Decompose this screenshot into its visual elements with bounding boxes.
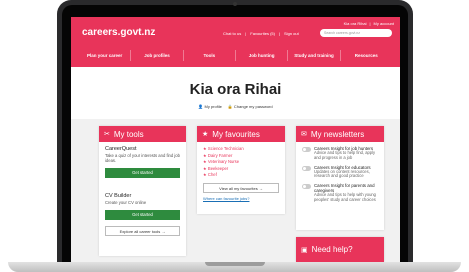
chat-icon: ▣: [301, 246, 308, 254]
laptop-notch: [205, 262, 265, 266]
my-tools-body: CareerQuest Take a quiz of your interest…: [99, 142, 186, 240]
newsletter-desc: Updates on content resources, research a…: [314, 168, 370, 179]
nav-study-training[interactable]: Study and training: [287, 50, 339, 61]
view-all-favourites-button[interactable]: View all my favourites →: [203, 182, 279, 193]
newsletter-item: Careers Insight for educators Updates on…: [302, 165, 378, 180]
newsletter-desc: Advice and tips to help find, apply and …: [314, 150, 375, 160]
favourites-link[interactable]: Favourites (5): [250, 31, 275, 36]
site-header: Kia ora Rihai | My account careers.govt.…: [71, 17, 400, 67]
careerquest-get-started-button[interactable]: Get started: [105, 168, 180, 178]
need-help-title: Need help?: [311, 245, 353, 254]
hero: Kia ora Rihai 👤 My profile 🔒 Change my p…: [71, 67, 400, 119]
my-favourites-body: Science Technician Dairy Farmer Veterina…: [197, 142, 285, 205]
envelope-icon: ✉: [301, 131, 307, 138]
newsletter-item: Careers Insight for parents and caregive…: [302, 183, 378, 203]
util-greeting-link[interactable]: Kia ora Rihai: [344, 21, 367, 26]
newsletter-toggle[interactable]: [302, 184, 311, 190]
nav-job-profiles[interactable]: Job profiles: [130, 50, 182, 61]
cv-builder-text: Create your CV online: [105, 200, 147, 205]
nav-tools[interactable]: Tools: [182, 50, 235, 61]
site-logo[interactable]: careers.govt.nz: [82, 27, 155, 38]
nav-job-hunting[interactable]: Job hunting: [234, 50, 287, 61]
careerquest-title: CareerQuest: [105, 146, 137, 152]
chat-link[interactable]: Chat to us: [223, 31, 241, 36]
my-account-link[interactable]: My account: [374, 21, 394, 26]
my-tools-title: My tools: [113, 129, 144, 139]
need-help-panel: ▣ Need help?: [296, 237, 384, 262]
my-newsletters-panel: ✉ My newsletters Careers Insight for job…: [296, 126, 384, 230]
util-separator: |: [369, 21, 371, 26]
main-nav: Plan your career Job profiles Tools Job …: [79, 50, 392, 61]
my-favourites-panel: ★ My favourites Science Technician Dairy…: [197, 126, 285, 214]
change-password-label: Change my password: [233, 104, 273, 109]
cv-builder-get-started-button[interactable]: Get started: [105, 210, 180, 220]
careerquest-text: Take a quiz of your interests and find j…: [105, 153, 180, 163]
top-separator: |: [245, 31, 247, 36]
my-favourites-header: ★ My favourites: [197, 126, 285, 142]
camera-icon: [233, 2, 237, 6]
page-title: Kia ora Rihai: [189, 81, 282, 98]
newsletter-toggle[interactable]: [302, 147, 311, 152]
change-password-link[interactable]: 🔒 Change my password: [228, 104, 273, 109]
sign-out-link[interactable]: Sign out: [284, 31, 299, 36]
search-input[interactable]: Search careers.govt.nz: [320, 29, 392, 37]
cv-builder-title: CV Builder: [105, 193, 132, 199]
nav-plan-career[interactable]: Plan your career: [79, 50, 130, 61]
where-favourites-link[interactable]: Where can favourite jobs?: [203, 196, 279, 201]
need-help-header[interactable]: ▣ Need help?: [296, 237, 384, 262]
my-tools-header: ✂ My tools: [99, 126, 186, 142]
hero-links: 👤 My profile 🔒 Change my password: [71, 104, 400, 109]
star-icon: ★: [202, 131, 209, 138]
newsletter-toggle[interactable]: [302, 165, 311, 171]
my-tools-panel: ✂ My tools CareerQuest Take a quiz of yo…: [99, 126, 186, 256]
top-links: Chat to us | Favourites (5) | Sign out: [223, 31, 299, 36]
newsletter-desc: Advice and tips to help with young peopl…: [314, 192, 376, 202]
browser-screen: Kia ora Rihai | My account careers.govt.…: [71, 17, 400, 262]
my-favourites-title: My favourites: [212, 129, 260, 139]
my-newsletters-header: ✉ My newsletters: [296, 126, 384, 142]
newsletter-item: Careers Insight for job hunters Advice a…: [302, 146, 378, 161]
utility-bar: Kia ora Rihai | My account: [344, 21, 394, 26]
tools-icon: ✂: [104, 131, 110, 138]
my-newsletters-body: Careers Insight for job hunters Advice a…: [296, 142, 384, 211]
nav-resources[interactable]: Resources: [339, 50, 392, 61]
explore-tools-button[interactable]: Explore all career tools →: [105, 226, 180, 236]
top-separator: |: [278, 31, 281, 36]
my-profile-link[interactable]: 👤 My profile: [198, 104, 221, 109]
favourite-item[interactable]: Chef: [203, 172, 279, 179]
my-profile-label: My profile: [204, 104, 222, 109]
my-newsletters-title: My newsletters: [310, 129, 365, 139]
